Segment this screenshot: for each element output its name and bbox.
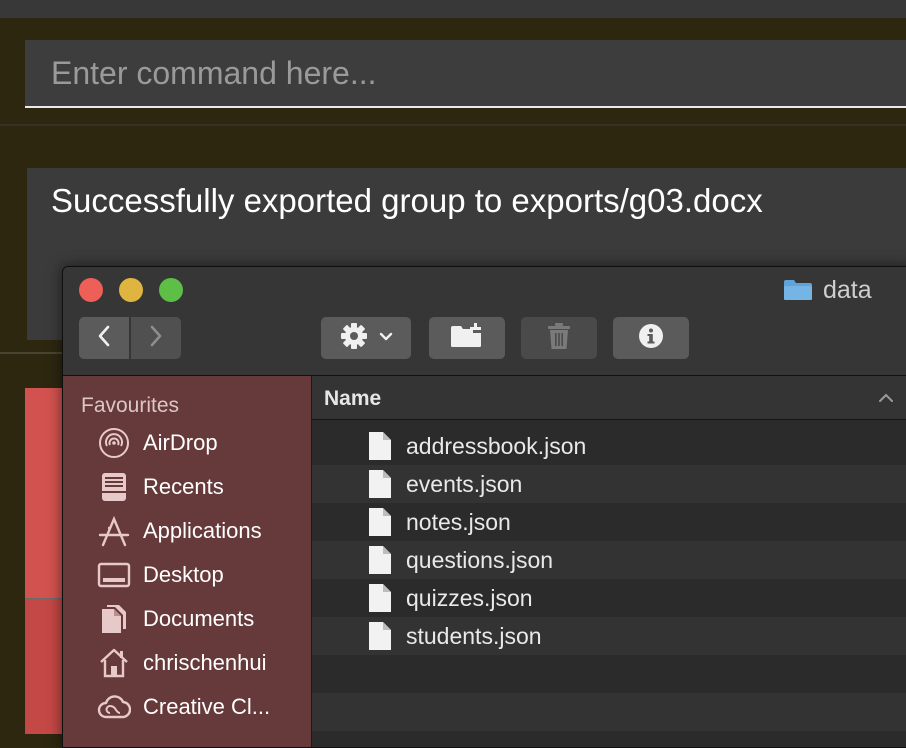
sidebar-item-applications[interactable]: Applications (63, 509, 311, 553)
desktop-icon (97, 558, 131, 592)
navigation-group (79, 317, 181, 359)
sidebar-item-label: Desktop (143, 562, 224, 587)
document-icon (368, 507, 392, 537)
file-name: events.json (406, 470, 523, 497)
command-box (25, 40, 906, 108)
close-button[interactable] (79, 278, 103, 302)
document-icon (368, 621, 392, 651)
recents-icon (97, 470, 131, 504)
sidebar-item-desktop[interactable]: Desktop (63, 553, 311, 597)
documents-icon (97, 602, 131, 636)
finder-sidebar: Favourites AirDrop Recents Applications … (63, 376, 312, 747)
sidebar-item-airdrop[interactable]: AirDrop (63, 421, 311, 465)
sidebar-item-documents[interactable]: Documents (63, 597, 311, 641)
background-panel-selected (25, 598, 65, 734)
sidebar-item-creative-cloud[interactable]: Creative Cl... (63, 685, 311, 729)
file-name: quizzes.json (406, 584, 533, 611)
trash-button[interactable] (521, 317, 597, 359)
file-row[interactable]: quizzes.json (312, 579, 906, 617)
gear-icon (339, 321, 369, 356)
document-icon (368, 431, 392, 461)
airdrop-icon (97, 426, 131, 460)
file-name: notes.json (406, 508, 511, 535)
command-input[interactable] (25, 40, 906, 106)
divider (0, 124, 906, 126)
sidebar-item-label: Documents (143, 606, 255, 631)
file-name: addressbook.json (406, 432, 587, 459)
sidebar-item-label: Recents (143, 474, 224, 499)
new-folder-icon (449, 322, 485, 354)
file-row[interactable]: addressbook.json (312, 427, 906, 465)
trash-icon (547, 322, 571, 355)
file-row[interactable]: questions.json (312, 541, 906, 579)
finder-titlebar: data (63, 267, 906, 376)
file-list: Name addressbook.json events.json notes.… (312, 376, 906, 747)
window-title-text: data (823, 275, 872, 304)
file-name: students.json (406, 622, 542, 649)
result-message: Successfully exported group to exports/g… (51, 182, 763, 219)
sidebar-section-title: Favourites (81, 394, 180, 417)
app-top-bar (0, 0, 906, 18)
sidebar-item-label: chrischenhui (143, 650, 267, 675)
sidebar-item-home[interactable]: chrischenhui (63, 641, 311, 685)
finder-window: data Favourites AirDrop Recents Applicat… (62, 266, 906, 748)
folder-icon (783, 279, 813, 301)
minimize-button[interactable] (119, 278, 143, 302)
zoom-button[interactable] (159, 278, 183, 302)
column-header-label: Name (324, 387, 382, 410)
file-name: questions.json (406, 546, 554, 573)
sidebar-item-label: Applications (143, 518, 262, 543)
info-icon (638, 323, 664, 354)
get-info-button[interactable] (613, 317, 689, 359)
sidebar-item-recents[interactable]: Recents (63, 465, 311, 509)
forward-button[interactable] (131, 317, 181, 359)
new-folder-button[interactable] (429, 317, 505, 359)
home-icon (97, 646, 131, 680)
chevron-left-icon (97, 325, 111, 352)
document-icon (368, 545, 392, 575)
document-icon (368, 469, 392, 499)
window-title: data (783, 275, 872, 305)
empty-row (312, 693, 906, 731)
document-icon (368, 583, 392, 613)
sidebar-item-label: AirDrop (143, 430, 218, 455)
chevron-down-icon (379, 329, 393, 347)
file-row[interactable]: students.json (312, 617, 906, 655)
chevron-right-icon (149, 325, 163, 352)
column-header-name[interactable]: Name (312, 376, 906, 420)
sidebar-item-label: Creative Cl... (143, 694, 271, 719)
file-row[interactable]: events.json (312, 465, 906, 503)
chevron-up-icon (878, 391, 894, 409)
back-button[interactable] (79, 317, 129, 359)
empty-row (312, 655, 906, 693)
action-menu-button[interactable] (321, 317, 411, 359)
applications-icon (97, 514, 131, 548)
creative-cloud-icon (97, 690, 131, 724)
file-row[interactable]: notes.json (312, 503, 906, 541)
